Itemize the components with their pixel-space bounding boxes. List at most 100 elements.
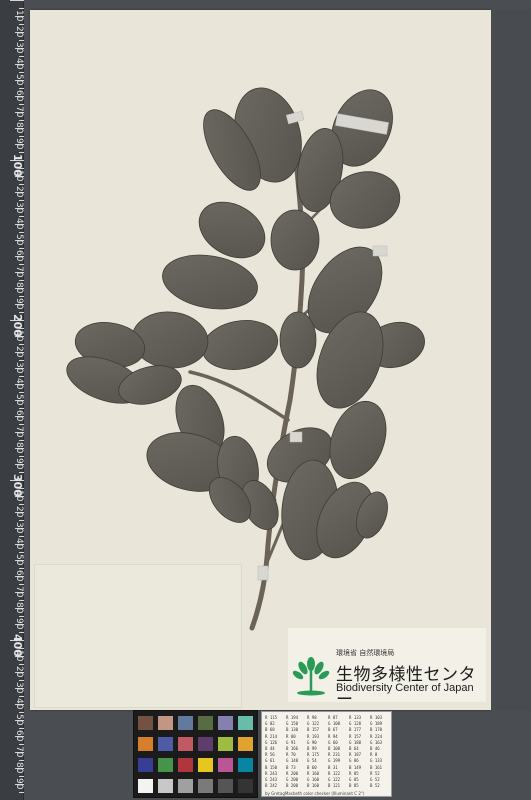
table-cell: B 150	[265, 764, 278, 770]
biodiversity-logo-icon	[292, 657, 330, 696]
table-cell: B 64	[349, 746, 359, 751]
color-swatch	[158, 716, 173, 730]
table-cell: G 189	[370, 721, 383, 727]
table-cell: G 108	[328, 721, 341, 727]
table-cell: G 82	[265, 721, 275, 727]
table-cell: B 166	[286, 746, 299, 751]
org-english-name: Biodiversity Center of Japan	[336, 682, 474, 694]
table-cell: B 68	[265, 727, 275, 733]
table-cell: B 60	[307, 764, 317, 770]
leaves	[66, 87, 425, 561]
table-footnote: by GretagMacbeth color checker (Illumina…	[265, 791, 365, 796]
table-cell: G 90	[307, 739, 317, 745]
table-cell: G 91	[286, 739, 296, 745]
table-cell: B 121	[328, 783, 341, 789]
table-cell: G 85	[349, 777, 359, 782]
table-cell: R 70	[286, 752, 296, 758]
table-cell: G 148	[286, 758, 299, 764]
table-cell: R 200	[286, 770, 299, 776]
table-cell: R 56	[265, 752, 275, 758]
table-cell: B 242	[265, 783, 278, 789]
table-cell: G 200	[286, 777, 299, 782]
table-cell: R 243	[265, 770, 278, 776]
table-cell: B 177	[349, 727, 362, 733]
table-cell: R 160	[307, 770, 320, 776]
color-swatch	[238, 758, 253, 772]
table-cell: B 52	[370, 783, 380, 789]
table-cell: B 108	[328, 746, 341, 751]
table-cell: G 163	[370, 739, 383, 745]
color-swatch	[218, 758, 233, 772]
table-cell: R 122	[328, 770, 341, 776]
color-swatch	[138, 716, 153, 730]
table-cell: G 54	[307, 758, 317, 764]
table-cell: G 128	[349, 721, 362, 727]
color-swatch	[238, 779, 253, 793]
table-cell: G 122	[328, 777, 341, 782]
table-cell: G 133	[370, 758, 383, 764]
table-cell: B 149	[349, 764, 362, 770]
table-cell: G 60	[328, 739, 338, 745]
table-cell: R 8	[370, 752, 378, 758]
table-cell: B 85	[349, 783, 359, 789]
table-cell: R 194	[286, 715, 299, 720]
table-cell: R 80	[286, 733, 296, 739]
org-ministry-text: 環境省 自然環境局	[336, 649, 395, 657]
color-swatch	[138, 758, 153, 772]
table-cell: R 175	[307, 752, 320, 758]
table-cell: R 115	[265, 715, 278, 720]
color-swatch	[198, 779, 213, 793]
table-cell: G 126	[265, 739, 278, 745]
table-cell: B 46	[370, 746, 380, 751]
table-cell: G 199	[328, 758, 341, 764]
table-cell: R 214	[265, 733, 278, 739]
color-swatch	[158, 737, 173, 751]
color-swatch	[158, 758, 173, 772]
color-swatch	[138, 779, 153, 793]
table-cell: B 44	[265, 746, 275, 751]
color-swatch	[178, 737, 193, 751]
color-swatch	[178, 758, 193, 772]
color-swatch	[218, 779, 233, 793]
color-swatch	[238, 716, 253, 730]
table-cell: B 200	[286, 783, 299, 789]
table-cell: R 85	[349, 770, 359, 776]
table-cell: B 170	[370, 727, 383, 733]
color-swatch	[138, 737, 153, 751]
table-cell: R 52	[370, 770, 380, 776]
table-cell: R 157	[349, 733, 362, 739]
table-cell: R 193	[307, 733, 320, 739]
table-cell: R 98	[307, 715, 317, 720]
color-swatch	[158, 779, 173, 793]
table-cell: R 187	[349, 752, 362, 758]
color-checker-card	[133, 710, 258, 798]
table-cell: B 157	[307, 727, 320, 733]
table-cell: G 150	[286, 721, 299, 727]
table-cell: R 231	[328, 752, 341, 758]
color-swatch	[238, 737, 253, 751]
table-cell: G 52	[370, 777, 380, 782]
table-cell: B 160	[307, 783, 320, 789]
table-cell: G 86	[349, 758, 359, 764]
table-cell: R 94	[328, 733, 338, 739]
table-cell: B 67	[328, 727, 338, 733]
color-swatch	[218, 716, 233, 730]
color-swatch	[218, 737, 233, 751]
color-swatch	[198, 737, 213, 751]
table-cell: G 243	[265, 777, 278, 782]
color-value-table: by GretagMacbeth color checker (Illumina…	[261, 711, 392, 797]
table-cell: R 87	[328, 715, 338, 720]
color-swatch	[178, 779, 193, 793]
color-swatch	[178, 716, 193, 730]
color-swatch	[198, 716, 213, 730]
table-cell: G 160	[307, 777, 320, 782]
table-cell: B 73	[286, 764, 296, 770]
table-cell: B 31	[328, 764, 338, 770]
table-cell: B 130	[286, 727, 299, 733]
table-cell: B 99	[307, 746, 317, 751]
table-cell: R 224	[370, 733, 383, 739]
table-cell: G 188	[349, 739, 362, 745]
table-cell: B 161	[370, 764, 383, 770]
color-swatch	[198, 758, 213, 772]
table-cell: G 122	[307, 721, 320, 727]
